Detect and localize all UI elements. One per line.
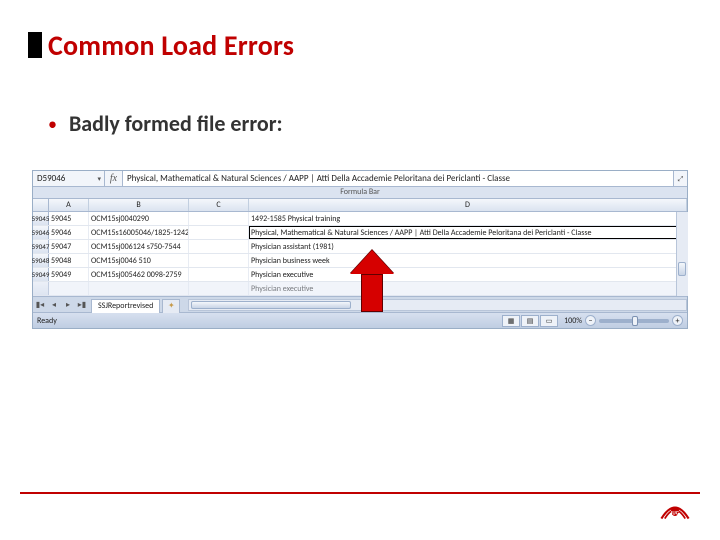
footer-divider xyxy=(20,492,700,494)
horizontal-scrollbar[interactable] xyxy=(188,299,687,311)
fx-button[interactable]: fx xyxy=(105,171,123,186)
sheet-tab-active[interactable]: SSJReportrevised xyxy=(91,299,160,313)
cell[interactable]: Physician executive xyxy=(249,282,687,295)
status-ready: Ready xyxy=(37,316,57,326)
cell[interactable] xyxy=(89,282,189,295)
cell[interactable] xyxy=(49,282,89,295)
scrollbar-thumb[interactable] xyxy=(678,262,686,276)
cell[interactable] xyxy=(189,240,249,253)
cell[interactable]: 59048 xyxy=(49,254,89,267)
cell[interactable]: OCM15sj006124 s750-7544 xyxy=(89,240,189,253)
formula-bar-value: Physical, Mathematical & Natural Science… xyxy=(127,173,510,184)
formula-bar-label: Formula Bar xyxy=(33,187,687,199)
cell[interactable]: Physician assistant (1981) xyxy=(249,240,687,253)
row-header[interactable] xyxy=(33,282,49,295)
cell[interactable]: OCM15sj005462 0098-2759 xyxy=(89,268,189,281)
col-header-a[interactable]: A xyxy=(49,199,89,211)
cell[interactable]: OCM15sj0040290 xyxy=(89,212,189,225)
prev-sheet-icon[interactable]: ◂ xyxy=(47,300,61,310)
last-sheet-icon[interactable]: ▸▮ xyxy=(75,300,89,310)
view-normal-icon[interactable]: ▦ xyxy=(502,315,520,327)
cell[interactable] xyxy=(189,282,249,295)
sheet-nav[interactable]: ▮◂ ◂ ▸ ▸▮ xyxy=(33,300,89,310)
cell[interactable]: 59047 xyxy=(49,240,89,253)
row-header[interactable]: 59048 xyxy=(33,254,49,267)
column-headers: A B C D xyxy=(33,199,687,212)
zoom-out-button[interactable]: − xyxy=(585,315,596,326)
cell[interactable]: 59049 xyxy=(49,268,89,281)
cell-selected[interactable]: Physical, Mathematical & Natural Science… xyxy=(249,226,687,239)
row-header[interactable]: 59045 xyxy=(33,212,49,225)
first-sheet-icon[interactable]: ▮◂ xyxy=(33,300,47,310)
select-all-corner[interactable] xyxy=(33,199,49,211)
callout-arrow-icon xyxy=(350,250,394,312)
cell[interactable] xyxy=(189,254,249,267)
cell[interactable]: Physician business week xyxy=(249,254,687,267)
zoom-slider[interactable] xyxy=(599,319,669,323)
row-header[interactable]: 59049 xyxy=(33,268,49,281)
vertical-scrollbar[interactable] xyxy=(676,212,688,296)
cell[interactable]: 59046 xyxy=(49,226,89,239)
slide-title: Common Load Errors xyxy=(48,28,294,63)
name-box-value: D59046 xyxy=(37,173,65,184)
formula-bar[interactable]: Physical, Mathematical & Natural Science… xyxy=(123,171,673,186)
cell[interactable]: Physician executive xyxy=(249,268,687,281)
view-pagebreak-icon[interactable]: ▭ xyxy=(540,315,558,327)
new-sheet-button[interactable]: ✦ xyxy=(162,299,180,313)
zoom-percent[interactable]: 100% xyxy=(564,316,582,326)
next-sheet-icon[interactable]: ▸ xyxy=(61,300,75,310)
bullet-icon: • xyxy=(48,113,57,135)
cell[interactable] xyxy=(189,212,249,225)
row-header[interactable]: 59047 xyxy=(33,240,49,253)
row-header[interactable]: 59046 xyxy=(33,226,49,239)
view-pagelayout-icon[interactable]: ▤ xyxy=(521,315,539,327)
cell[interactable]: 1492-1585 Physical training xyxy=(249,212,687,225)
cell[interactable] xyxy=(189,226,249,239)
name-box[interactable]: D59046 ▾ xyxy=(33,171,105,186)
svg-text:IUG: IUG xyxy=(671,510,680,516)
iug-logo-icon: IUG xyxy=(658,488,692,522)
col-header-c[interactable]: C xyxy=(189,199,249,211)
title-accent-block xyxy=(28,32,42,58)
cell[interactable]: OCM15s16005046/1825-1242 xyxy=(89,226,189,239)
zoom-in-button[interactable]: + xyxy=(672,315,683,326)
cell[interactable]: 59045 xyxy=(49,212,89,225)
cell[interactable]: OCM15sj0046 510 xyxy=(89,254,189,267)
cell[interactable] xyxy=(189,268,249,281)
chevron-down-icon[interactable]: ▾ xyxy=(97,174,101,183)
col-header-b[interactable]: B xyxy=(89,199,189,211)
expand-formula-icon[interactable]: ⤢ xyxy=(673,171,687,186)
sheet-tab-label: SSJReportrevised xyxy=(98,301,153,311)
scrollbar-thumb[interactable] xyxy=(191,301,351,309)
col-header-d[interactable]: D xyxy=(249,199,687,211)
zoom-slider-knob[interactable] xyxy=(632,316,638,326)
bullet-text: Badly formed file error: xyxy=(69,110,283,137)
